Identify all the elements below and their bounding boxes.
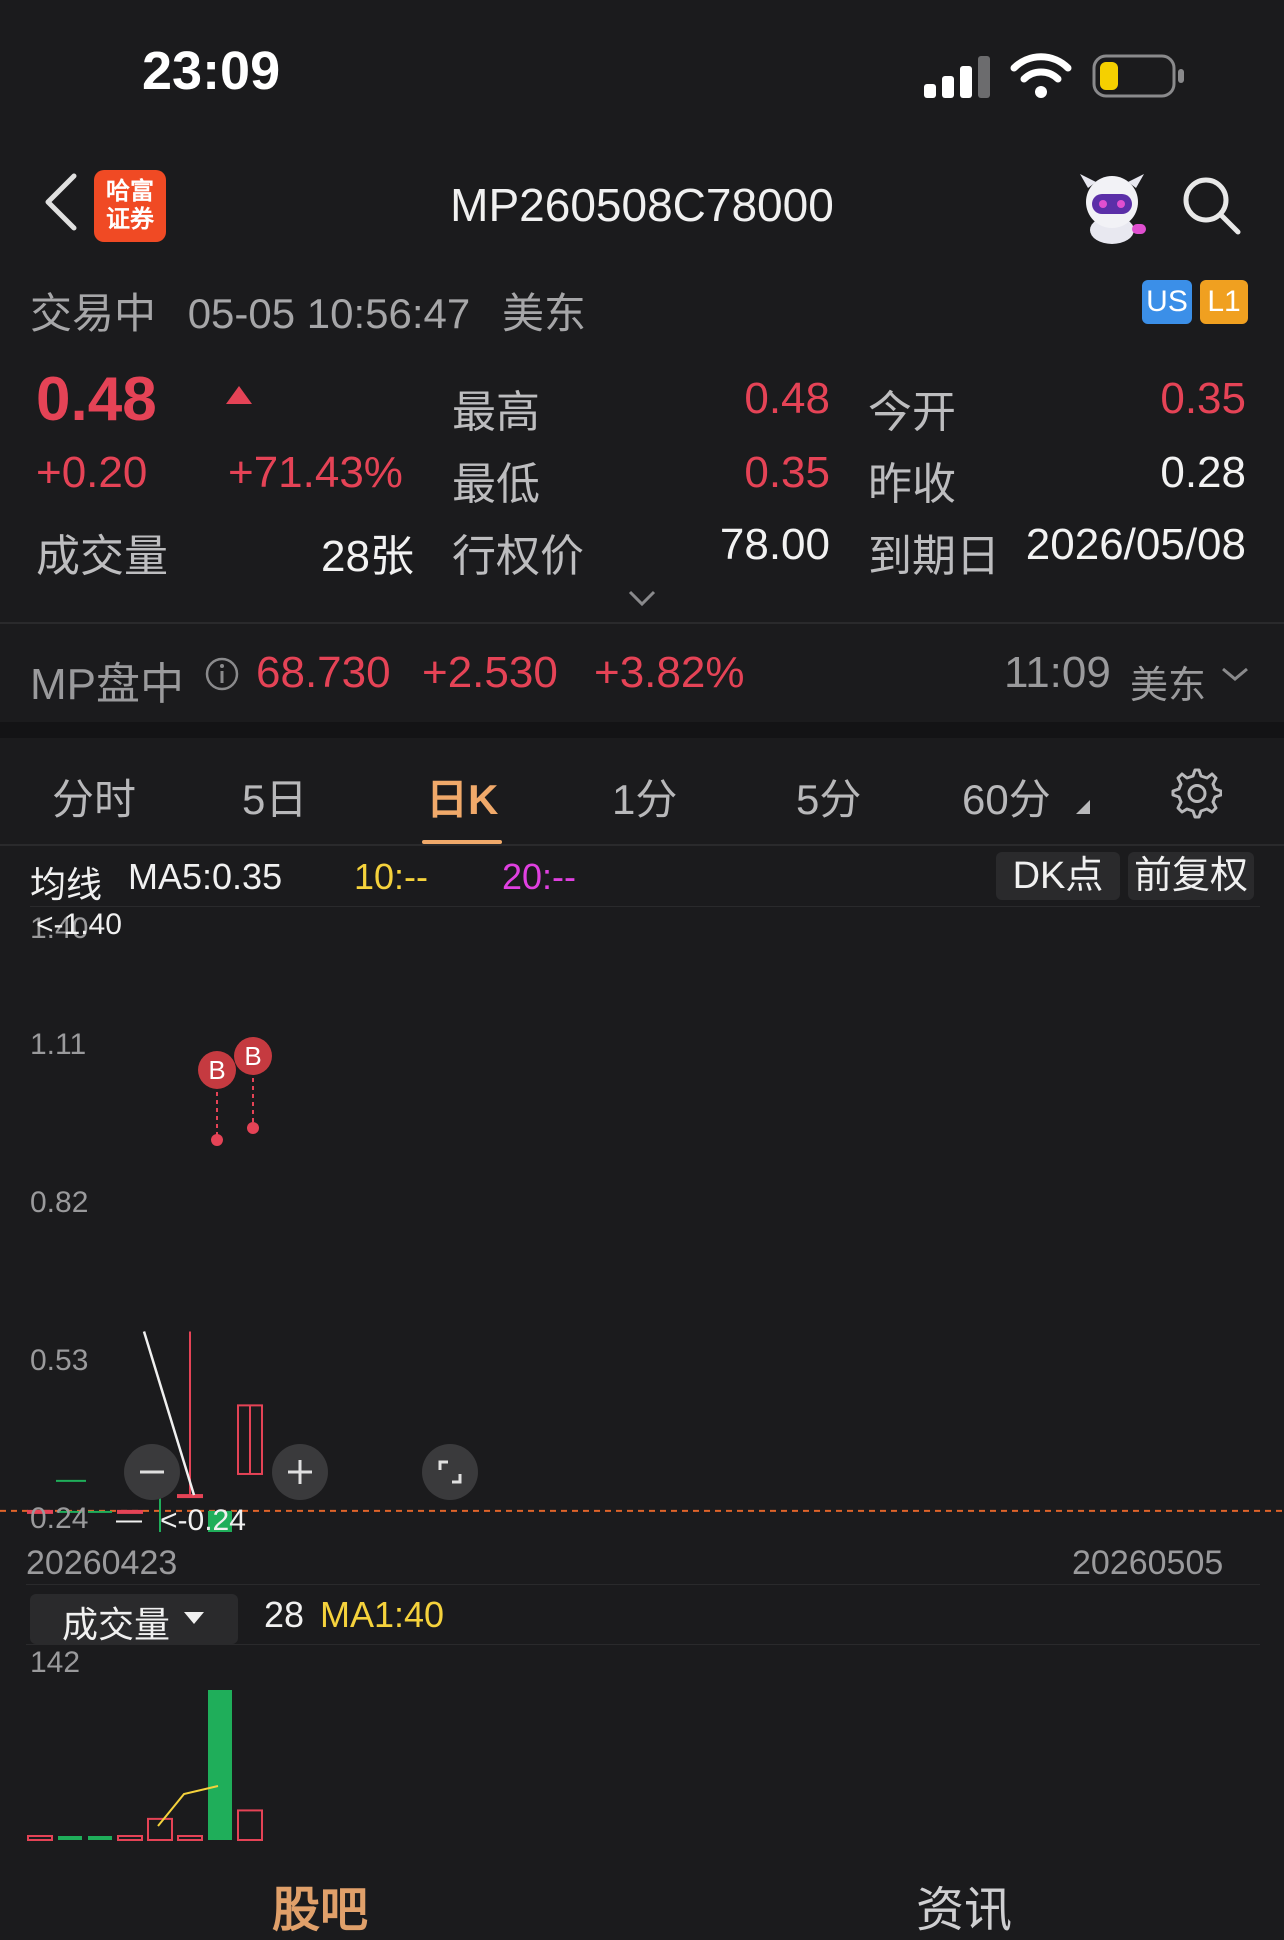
high-value: 0.48: [744, 374, 830, 423]
underlying-name[interactable]: MP盘中: [30, 648, 184, 712]
tab-daily-k[interactable]: 日K: [426, 766, 498, 827]
x-axis-start: 20260423: [26, 1544, 178, 1582]
tab-60min[interactable]: 60分: [962, 766, 1051, 827]
volume-divider: [26, 1644, 1260, 1645]
volume-value: 28张: [321, 532, 414, 581]
volume-indicator-select[interactable]: 成交量: [30, 1594, 238, 1645]
strike-value: 78.00: [719, 520, 830, 569]
expiry-value: 2026/05/08: [1025, 520, 1246, 569]
chart-bottom-divider: [26, 1584, 1260, 1585]
cellular-signal-icon: [922, 54, 990, 100]
trade-state: 交易中: [30, 290, 157, 337]
volume-ma: MA1:40: [320, 1594, 445, 1635]
min-marker: <-0.24: [160, 1504, 246, 1537]
prev-close-label: 昨收: [868, 460, 956, 509]
level-badge: L1: [1200, 280, 1248, 324]
wifi-icon: [1010, 50, 1072, 100]
trade-status-line: 交易中 05-05 10:56:47 美东: [30, 280, 586, 341]
high-label: 最高: [452, 388, 540, 437]
zoom-out-button[interactable]: [124, 1444, 180, 1500]
ma10-value: 10:--: [354, 856, 429, 897]
underlying-price: 68.730: [256, 648, 391, 697]
expand-chevron-icon[interactable]: [626, 588, 658, 608]
volume-label: 成交量: [36, 532, 168, 581]
volume-bar: [88, 1836, 112, 1840]
candle-body: [88, 1510, 112, 1513]
volume-bar: [177, 1835, 203, 1841]
price-change: +0.20: [36, 448, 148, 497]
underlying-zone: 美东: [1130, 665, 1207, 707]
bottom-tab-forum[interactable]: 股吧: [272, 1870, 368, 1940]
open-label: 今开: [868, 388, 956, 437]
y-tick-min: 0.24: [30, 1502, 89, 1535]
volume-bar: [237, 1809, 263, 1841]
max-marker: <-1.40: [36, 908, 122, 941]
buy-marker-dot: [247, 1122, 259, 1134]
candle-body: [117, 1509, 143, 1514]
volume-bar: [117, 1835, 143, 1841]
underlying-chevron-icon[interactable]: [1220, 664, 1250, 684]
zoom-in-button[interactable]: [272, 1444, 328, 1500]
ma20-value: 20:--: [502, 856, 577, 897]
tab-1min[interactable]: 1分: [612, 766, 677, 827]
volume-bar: [27, 1835, 53, 1841]
ma5-value: MA5:0.35: [128, 856, 283, 897]
underlying-time: 11:09: [1004, 648, 1111, 697]
candle-body: [177, 1494, 203, 1499]
fullscreen-button[interactable]: [422, 1444, 478, 1500]
tab-divider: [0, 844, 1284, 846]
y-tick-4: 0.53: [30, 1344, 89, 1377]
volume-chart: [27, 1690, 263, 1842]
volume-bar: [58, 1836, 82, 1840]
underlying-change-pct: +3.82%: [594, 648, 745, 697]
settings-gear-icon[interactable]: [1168, 766, 1223, 820]
battery-icon: [1092, 54, 1186, 98]
ma-label: 均线: [30, 864, 103, 905]
caret-down-icon: [182, 1610, 206, 1631]
search-icon[interactable]: [1180, 174, 1242, 236]
bottom-tab-news[interactable]: 资讯: [916, 1870, 1012, 1940]
divider: [0, 622, 1284, 624]
ai-assistant-robot-icon[interactable]: [1072, 168, 1154, 248]
last-price: 0.48: [36, 365, 157, 434]
buy-marker-label: B: [208, 1055, 225, 1085]
underlying-change: +2.530: [422, 648, 558, 697]
dropdown-corner-icon: [1076, 800, 1090, 814]
dk-point-button[interactable]: DK点: [996, 852, 1120, 900]
low-label: 最低: [452, 460, 540, 509]
buy-marker-dot: [211, 1134, 223, 1146]
tab-intraday[interactable]: 分时: [52, 766, 136, 827]
prev-close-value: 0.28: [1160, 448, 1246, 497]
x-axis-end: 20260505: [1072, 1544, 1224, 1582]
expiry-label: 到期日: [868, 532, 1000, 581]
market-badge: US: [1142, 280, 1192, 324]
tab-5day[interactable]: 5日: [242, 766, 307, 827]
low-value: 0.35: [744, 448, 830, 497]
volume-current: 28: [264, 1594, 305, 1635]
tab-5min[interactable]: 5分: [796, 766, 861, 827]
volume-bar: [208, 1690, 232, 1840]
status-clock: 23:09: [142, 41, 281, 101]
volume-indicator-label: 成交量: [62, 1604, 171, 1645]
price-up-arrow-icon: [224, 384, 254, 406]
price-adjust-button[interactable]: 前复权: [1128, 852, 1254, 900]
bottom-bar: [0, 1852, 1284, 1932]
open-value: 0.35: [1160, 374, 1246, 423]
buy-marker-label: B: [244, 1041, 261, 1071]
strike-label: 行权价: [452, 532, 584, 581]
y-tick-2: 1.11: [30, 1028, 87, 1061]
info-icon[interactable]: [204, 656, 240, 692]
trade-datetime: 05-05 10:56:47: [187, 290, 471, 337]
y-tick-3: 0.82: [30, 1186, 89, 1219]
section-gap: [0, 722, 1284, 738]
kline-chart[interactable]: BB: [0, 906, 1284, 1546]
trade-zone: 美东: [501, 290, 586, 337]
price-change-pct: +71.43%: [228, 448, 403, 497]
